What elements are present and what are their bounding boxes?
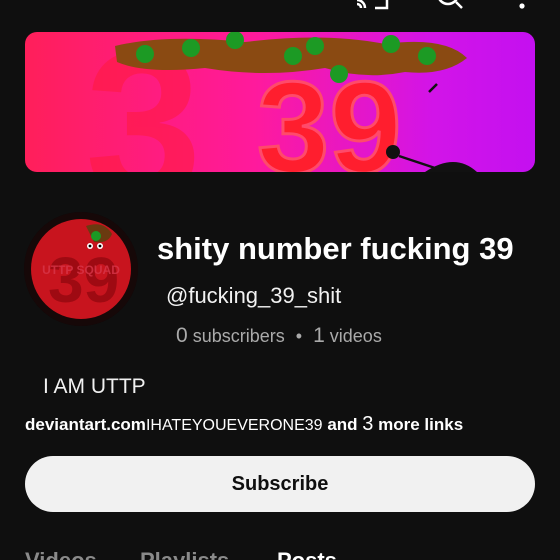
top-bar [0, 0, 560, 20]
subscribe-button[interactable]: Subscribe [25, 456, 535, 512]
stats-separator: • [295, 326, 303, 346]
avatar-number: 39 [48, 244, 119, 316]
search-icon[interactable] [432, 0, 468, 17]
tab-playlists[interactable]: Playlists [140, 546, 229, 560]
link-domain[interactable]: deviantart.com [25, 415, 146, 434]
more-links-suffix[interactable]: more links [378, 415, 463, 434]
link-path[interactable]: IHATEYOUEVERONE39 [146, 417, 323, 434]
tab-videos[interactable]: Videos [25, 546, 97, 560]
channel-stats: 0 subscribers • 1 videos [176, 322, 382, 350]
channel-avatar[interactable]: 39 UTTP SQUAD [24, 212, 138, 326]
channel-bio[interactable]: I AM UTTP [43, 372, 146, 402]
channel-banner: 3 39 [25, 32, 535, 172]
channel-links[interactable]: deviantart.comIHATEYOUEVERONE39 and 3 mo… [25, 410, 463, 440]
subscriber-label: subscribers [192, 326, 285, 346]
subscriber-count: 0 [176, 324, 188, 347]
more-links-prefix[interactable]: and [327, 415, 357, 434]
more-links-count[interactable]: 3 [362, 413, 373, 435]
channel-handle: @fucking_39_shit [166, 283, 342, 308]
avatar-overlay-text: UTTP SQUAD [42, 263, 120, 277]
more-vert-icon[interactable] [516, 0, 528, 17]
channel-name: shity number fucking 39 [157, 231, 514, 266]
video-count: 1 [313, 324, 325, 347]
banner-black-figure [386, 145, 400, 159]
cast-icon[interactable] [355, 0, 391, 17]
back-arrow-icon[interactable] [30, 0, 50, 13]
video-label: videos [329, 326, 382, 346]
tab-posts[interactable]: Posts [277, 546, 337, 560]
channel-tabs: Videos Playlists Posts [0, 544, 560, 560]
